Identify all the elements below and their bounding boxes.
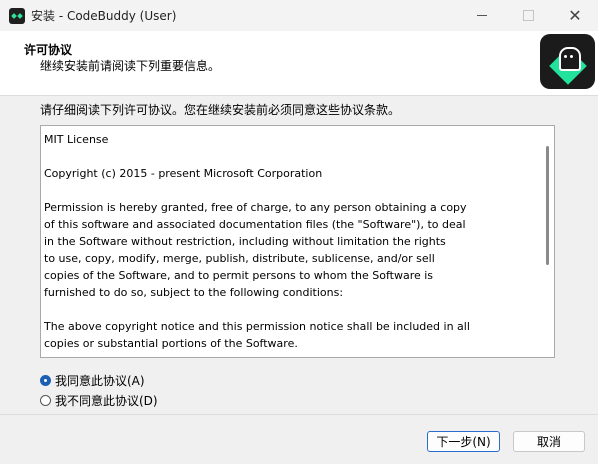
close-button[interactable]: ✕ — [552, 0, 598, 31]
license-scrollbar[interactable] — [546, 146, 549, 265]
accept-label[interactable]: 我同意此协议(A) — [55, 372, 145, 389]
cancel-button[interactable]: 取消 — [513, 431, 585, 452]
license-instruction: 请仔细阅读下列许可协议。您在继续安装前必须同意这些协议条款。 — [40, 103, 401, 117]
title-bar: 安装 - CodeBuddy (User) ✕ — [0, 0, 598, 31]
license-text: MIT License Copyright (c) 2015 - present… — [44, 133, 470, 350]
page-title: 许可协议 — [24, 43, 73, 57]
decline-label[interactable]: 我不同意此协议(D) — [55, 392, 158, 409]
page-subtitle: 继续安装前请阅读下列重要信息。 — [40, 59, 221, 73]
accept-radio-option[interactable]: 我同意此协议(A) — [40, 372, 145, 389]
accept-radio[interactable] — [40, 375, 51, 386]
next-button[interactable]: 下一步(N) — [427, 431, 500, 452]
footer-divider — [0, 414, 598, 415]
minimize-icon — [477, 15, 487, 16]
decline-radio[interactable] — [40, 395, 51, 406]
close-icon: ✕ — [568, 6, 582, 25]
wizard-header: 许可协议 继续安装前请阅读下列重要信息。 — [0, 31, 598, 96]
codebuddy-logo-icon — [540, 34, 595, 89]
window-title: 安装 - CodeBuddy (User) — [31, 9, 177, 23]
decline-radio-option[interactable]: 我不同意此协议(D) — [40, 392, 158, 409]
app-icon — [9, 8, 25, 24]
license-textbox[interactable]: MIT License Copyright (c) 2015 - present… — [40, 125, 555, 358]
minimize-button[interactable] — [459, 0, 505, 31]
maximize-button[interactable] — [505, 0, 551, 31]
maximize-icon — [522, 10, 534, 21]
